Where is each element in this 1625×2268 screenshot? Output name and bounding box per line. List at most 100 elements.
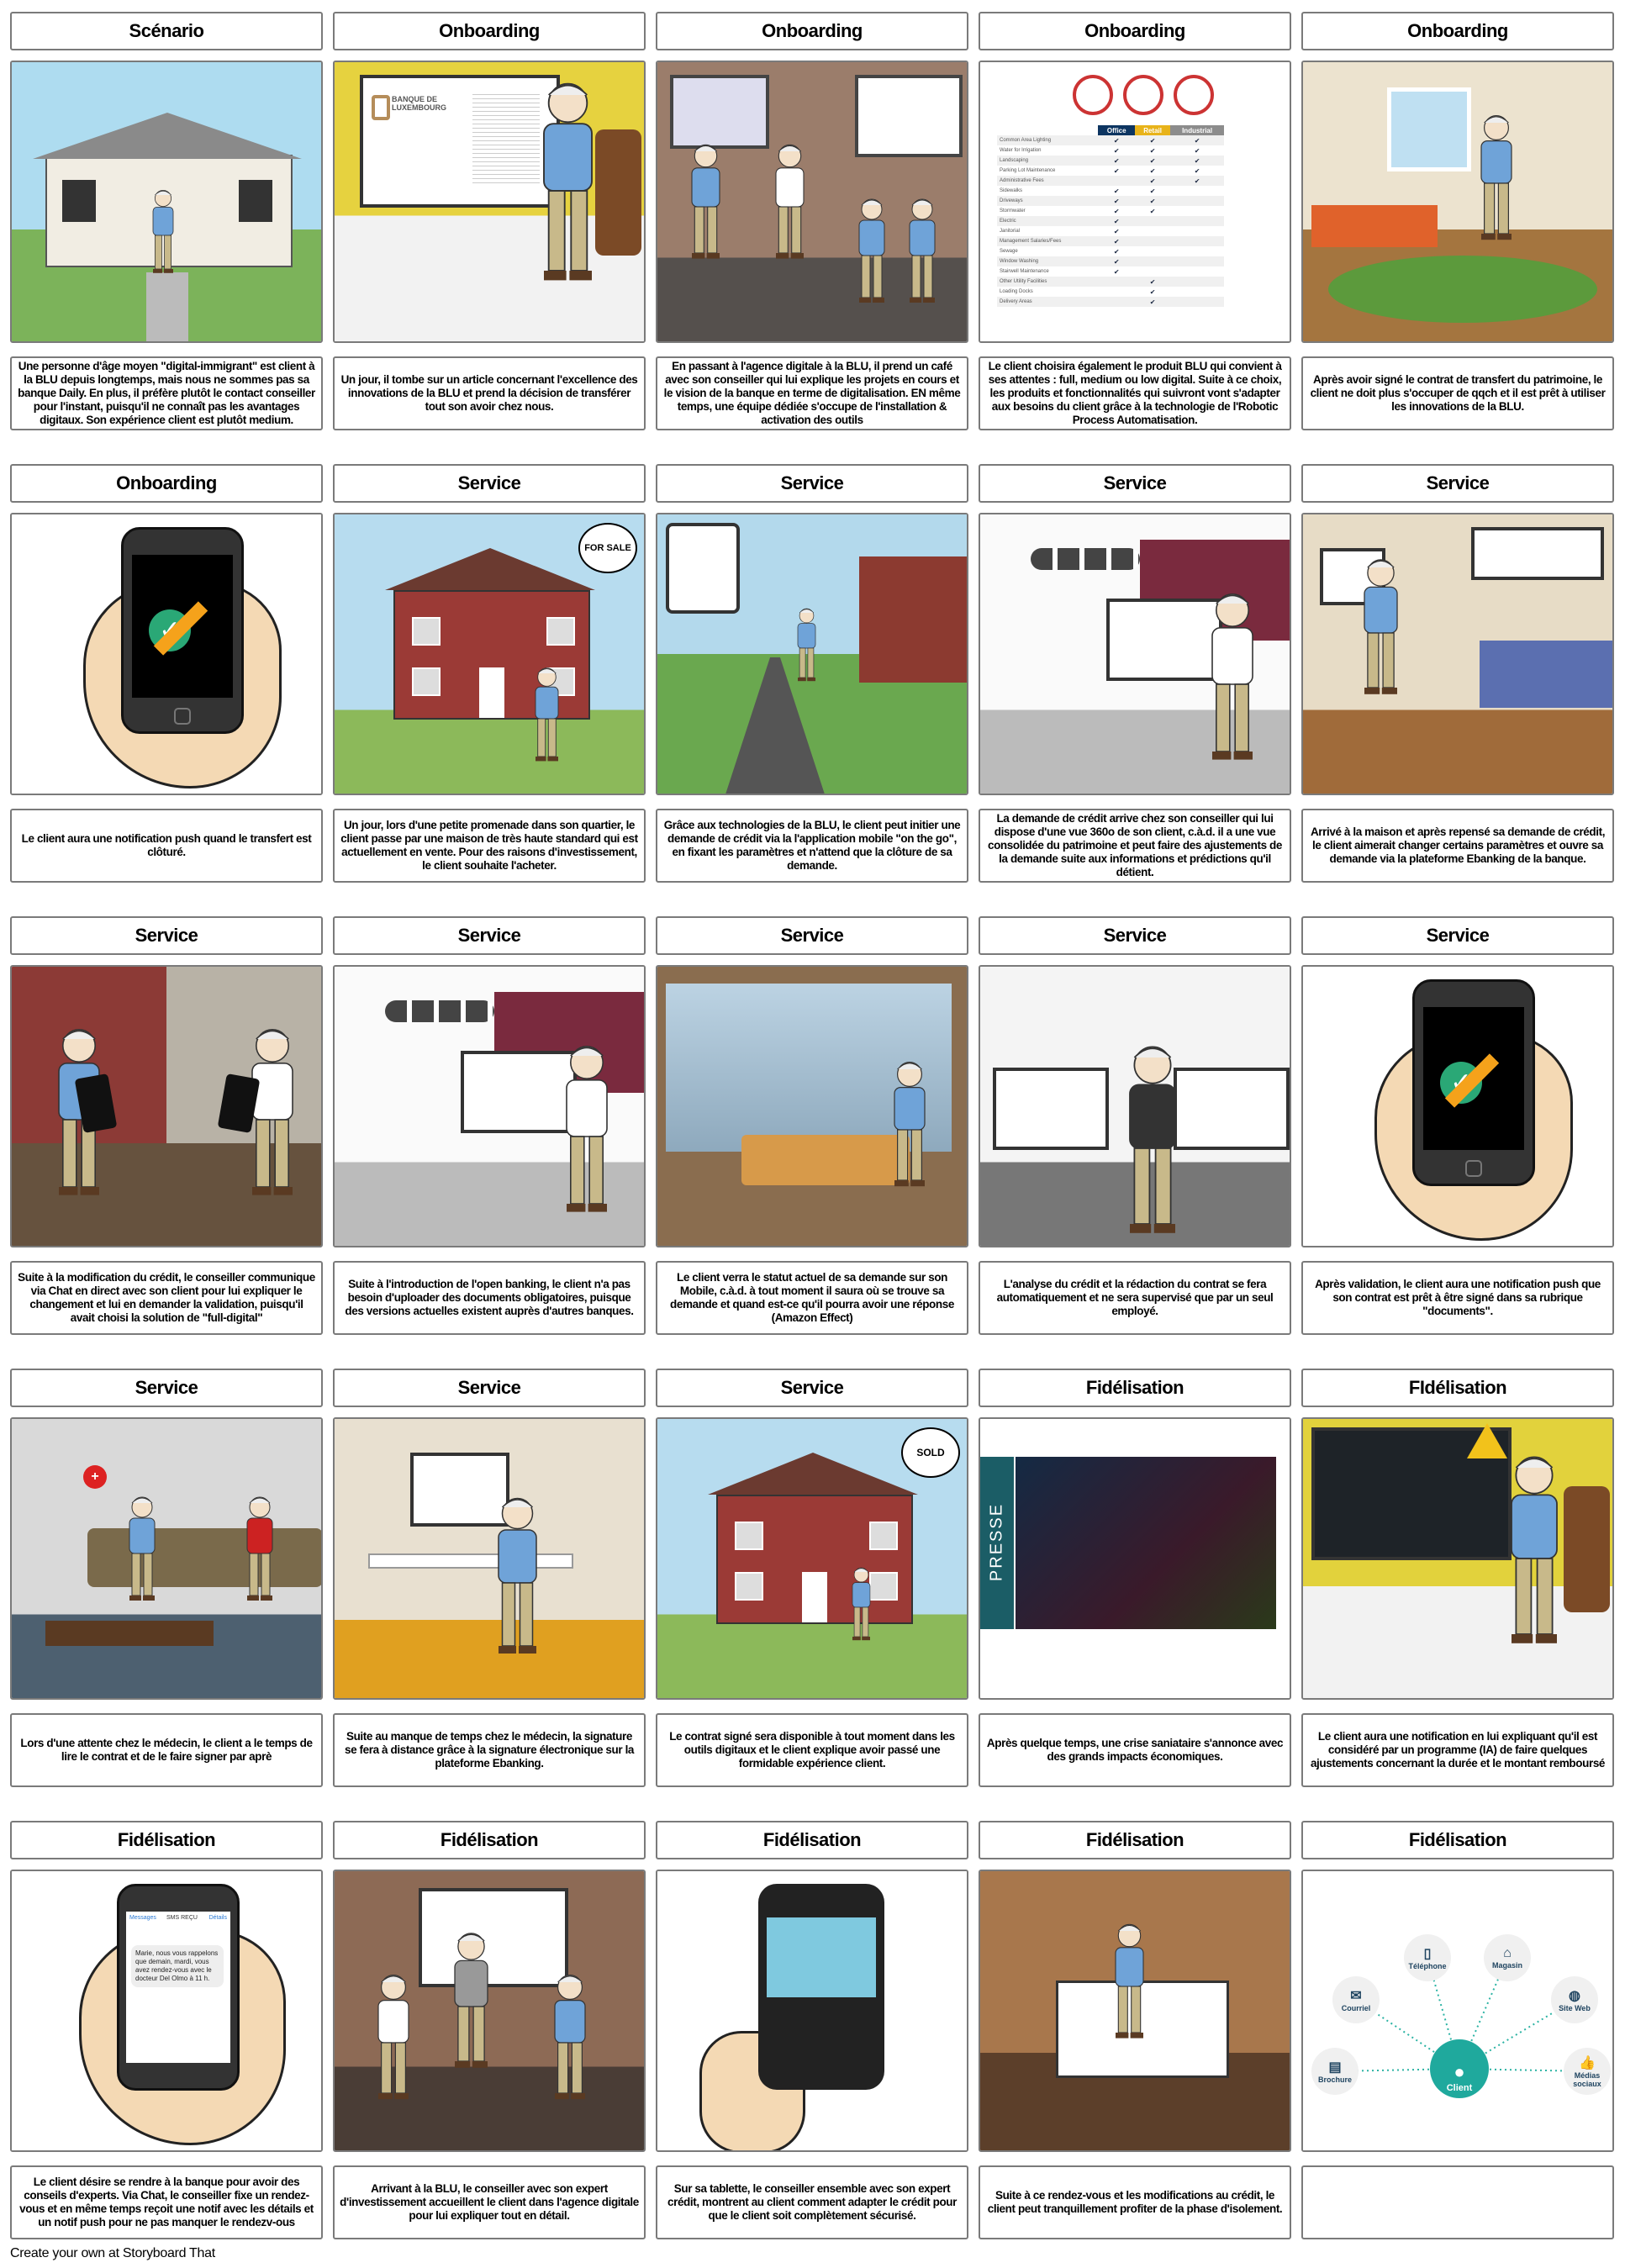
row-label: Driveways	[997, 196, 1099, 206]
panel-caption: Arrivant à la BLU, le conseiller avec so…	[333, 2165, 646, 2239]
check-icon: ✔	[1135, 196, 1171, 206]
person-figure	[246, 1496, 273, 1601]
panel-title: Fidélisation	[979, 1821, 1291, 1859]
check-icon: ✔	[1135, 156, 1171, 166]
person-figure	[152, 190, 174, 273]
panel-scene-bedroom	[1301, 61, 1614, 343]
empty-cell	[1170, 277, 1224, 287]
client-label: Client	[1446, 2083, 1473, 2093]
empty-cell	[1135, 216, 1171, 226]
person-figure	[1211, 593, 1253, 760]
messages-back-link[interactable]: Messages	[129, 1915, 156, 1921]
panel-scene-sms: Messages SMS REÇU Détails Marie, nous vo…	[10, 1870, 323, 2152]
table-row: Parking Lot Maintenance ✔ ✔ ✔	[997, 166, 1224, 176]
smartphone: Messages SMS REÇU Détails Marie, nous vo…	[117, 1884, 240, 2091]
channel-node: ✉ Courriel	[1332, 1976, 1380, 2023]
for-sale-sign: FOR SALE	[578, 523, 637, 573]
person-figure	[129, 1496, 156, 1601]
person-figure	[797, 608, 816, 682]
empty-cell	[1098, 176, 1135, 186]
person-figure	[1364, 559, 1398, 694]
press-label: PRESSE	[987, 1502, 1006, 1582]
panel-caption: Arrivé à la maison et après repensé sa d…	[1301, 809, 1614, 883]
panel-title: Service	[333, 916, 646, 955]
details-link[interactable]: Détails	[209, 1915, 227, 1921]
panel-title: Service	[1301, 916, 1614, 955]
check-icon: ✔	[1135, 135, 1171, 145]
sms-title: SMS REÇU	[166, 1915, 198, 1921]
brochure-icon: ▤	[1328, 2060, 1342, 2075]
check-icon: ✔	[1149, 287, 1156, 296]
channel-node: ◍ Site Web	[1551, 1976, 1598, 2023]
table-header: Industrial	[1170, 125, 1224, 135]
person-figure	[691, 144, 720, 259]
channel-label: Courriel	[1341, 2004, 1371, 2012]
channel-label: Brochure	[1317, 2075, 1352, 2084]
panel-caption: Le client choisira également le produit …	[979, 356, 1291, 430]
gauge-icon	[1073, 75, 1113, 115]
panel-title: Service	[10, 916, 323, 955]
panel-caption: En passant à l'agence digitale à la BLU,…	[656, 356, 968, 430]
check-icon: ✔	[1170, 135, 1224, 145]
empty-cell	[1170, 196, 1224, 206]
panel-title: Service	[656, 1369, 968, 1407]
check-icon: ✔	[1135, 176, 1171, 186]
person-figure	[775, 144, 805, 259]
check-icon: ✔	[1135, 297, 1171, 307]
empty-cell	[1135, 246, 1170, 256]
empty-cell	[1170, 216, 1224, 226]
check-icon: ✔	[1194, 166, 1200, 175]
panel-caption: Après validation, le client aura une not…	[1301, 1261, 1614, 1335]
panel-scene-house-sold: SOLD	[656, 1417, 968, 1700]
check-icon: ✔	[1170, 176, 1224, 186]
panel-scene-cafe	[656, 61, 968, 343]
empty-cell	[1170, 206, 1224, 216]
panel-scene-phone-chart	[656, 1870, 968, 2152]
table-row: Landscaping ✔ ✔ ✔	[997, 156, 1224, 166]
row-label: Water for Irrigation	[1000, 148, 1042, 153]
panel-scene-agency	[333, 1870, 646, 2152]
panel-scene-phone: ✓	[10, 513, 323, 795]
panel-scene-office-yellow: BANQUE DE LUXEMBOURG	[333, 61, 646, 343]
panel-caption: Après avoir signé le contrat de transfer…	[1301, 356, 1614, 430]
channel-label: Site Web	[1559, 2004, 1591, 2012]
panel-caption: Suite à la modification du crédit, le co…	[10, 1261, 323, 1335]
table-row: Water for Irrigation ✔ ✔ ✔	[997, 145, 1224, 156]
monitor	[993, 1068, 1109, 1150]
panel-title: Fidélisation	[333, 1821, 646, 1859]
person-figure	[498, 1497, 537, 1654]
empty-cell	[1170, 297, 1224, 307]
row-label: Administrative Fees	[997, 176, 1099, 186]
person-figure	[543, 82, 593, 281]
check-icon: ✔	[1170, 156, 1224, 166]
check-icon: ✔	[1113, 146, 1120, 155]
check-icon: ✔	[1098, 216, 1135, 226]
panel-title: Service	[333, 464, 646, 503]
check-icon: ✔	[1098, 236, 1135, 246]
table-row: Other Utility Facilities ✔	[997, 277, 1224, 287]
table-row: Driveways ✔ ✔	[997, 196, 1224, 206]
person-figure	[1480, 115, 1512, 240]
panel-caption: Suite au manque de temps chez le médecin…	[333, 1713, 646, 1787]
panel-caption: Un jour, lors d'une petite promenade dan…	[333, 809, 646, 883]
panel-caption: Grâce aux technologies de la BLU, le cli…	[656, 809, 968, 883]
panel-scene-office-maroon	[333, 965, 646, 1247]
check-icon: ✔	[1135, 277, 1171, 287]
panel-caption: Le client aura une notification push qua…	[10, 809, 323, 883]
panel-title: Onboarding	[656, 12, 968, 50]
table-row: Sewage ✔	[997, 246, 1224, 256]
check-icon: ✔	[1113, 247, 1120, 256]
empty-cell	[1170, 226, 1224, 236]
empty-cell	[1170, 236, 1224, 246]
house-illustration	[716, 1495, 913, 1624]
panel-caption: Une personne d'âge moyen "digital-immigr…	[10, 356, 323, 430]
check-icon: ✔	[1113, 187, 1120, 195]
table-header: Office	[1098, 125, 1135, 135]
storyboard-that-footer-link[interactable]: Create your own at Storyboard That	[10, 2246, 215, 2261]
panel-title: Onboarding	[1301, 12, 1614, 50]
empty-cell	[1098, 277, 1135, 287]
empty-cell	[1170, 186, 1224, 196]
row-label: Parking Lot Maintenance	[1000, 168, 1056, 173]
client-node: ● Client	[1430, 2039, 1489, 2098]
panel-caption: Le client verra le statut actuel de sa d…	[656, 1261, 968, 1335]
